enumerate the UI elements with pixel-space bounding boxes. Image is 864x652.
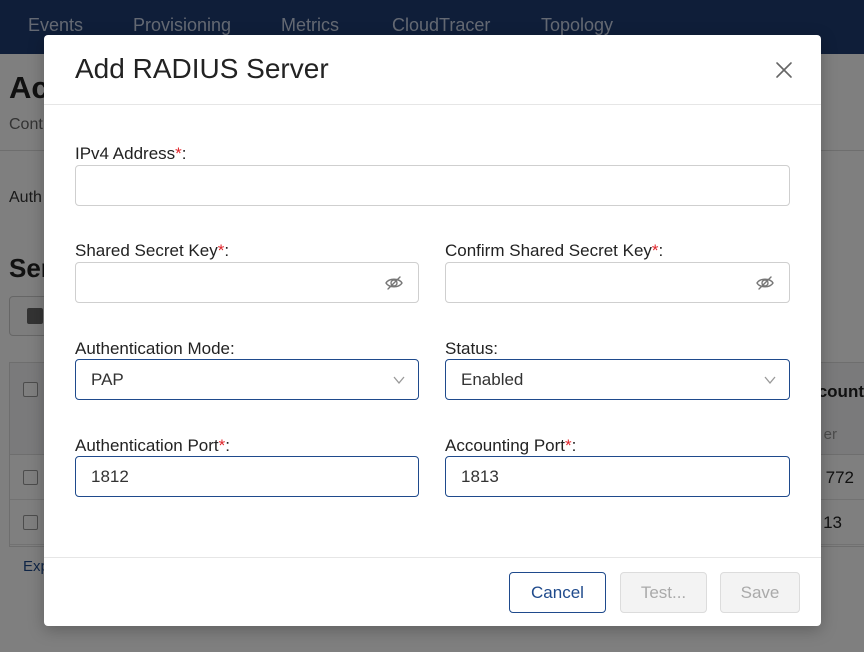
status-label-text: Status xyxy=(445,339,494,358)
shared-secret-label-text: Shared Secret Key xyxy=(75,241,218,260)
label-colon: : xyxy=(230,339,235,358)
close-icon xyxy=(776,62,792,78)
required-marker: * xyxy=(651,241,659,260)
chevron-down-icon xyxy=(764,376,776,385)
acct-port-label-text: Accounting Port xyxy=(445,436,566,455)
status-select[interactable]: Enabled xyxy=(445,359,790,400)
confirm-secret-label-text: Confirm Shared Secret Key xyxy=(445,241,652,260)
status-value: Enabled xyxy=(461,370,524,389)
dialog-header: Add RADIUS Server xyxy=(44,35,821,105)
cancel-button[interactable]: Cancel xyxy=(509,572,606,613)
label-colon: : xyxy=(493,339,498,358)
label-colon: : xyxy=(181,144,187,163)
test-button[interactable]: Test... xyxy=(620,572,707,613)
label-colon: : xyxy=(658,241,664,260)
label-colon: : xyxy=(571,436,577,455)
auth-port-label: Authentication Port*: xyxy=(75,436,230,456)
ipv4-address-input[interactable] xyxy=(75,165,790,206)
required-marker: * xyxy=(565,436,572,455)
required-marker: * xyxy=(175,144,182,163)
shared-secret-input[interactable] xyxy=(75,262,419,303)
auth-mode-label: Authentication Mode: xyxy=(75,339,235,359)
auth-mode-value: PAP xyxy=(91,370,124,389)
close-button[interactable] xyxy=(773,59,795,81)
auth-port-label-text: Authentication Port xyxy=(75,436,219,455)
save-button[interactable]: Save xyxy=(720,572,800,613)
shared-secret-label: Shared Secret Key*: xyxy=(75,241,229,261)
auth-mode-label-text: Authentication Mode xyxy=(75,339,230,358)
ipv4-label-text: IPv4 Address xyxy=(75,144,176,163)
dialog-title: Add RADIUS Server xyxy=(75,53,329,84)
label-colon: : xyxy=(224,241,230,260)
eye-slash-icon[interactable] xyxy=(755,273,775,293)
acct-port-label: Accounting Port*: xyxy=(445,436,576,456)
ipv4-label: IPv4 Address*: xyxy=(75,144,187,164)
confirm-secret-input[interactable] xyxy=(445,262,790,303)
dialog-footer: Cancel Test... Save xyxy=(44,557,821,626)
auth-mode-select[interactable]: PAP xyxy=(75,359,419,400)
auth-port-input[interactable]: 1812 xyxy=(75,456,419,497)
eye-slash-icon[interactable] xyxy=(384,273,404,293)
status-label: Status: xyxy=(445,339,498,359)
add-radius-server-dialog: Add RADIUS Server IPv4 Address*: Shared … xyxy=(44,35,821,626)
chevron-down-icon xyxy=(393,376,405,385)
accounting-port-input[interactable]: 1813 xyxy=(445,456,790,497)
confirm-secret-label: Confirm Shared Secret Key*: xyxy=(445,241,663,261)
label-colon: : xyxy=(225,436,231,455)
